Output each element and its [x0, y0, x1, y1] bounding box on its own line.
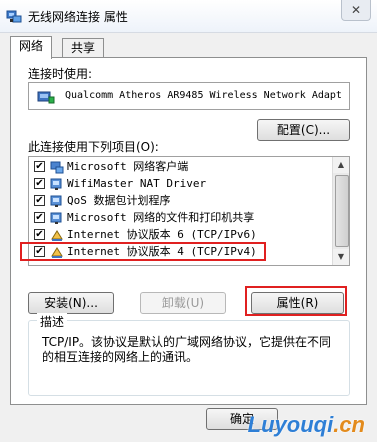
list-item[interactable]: ✔ Internet 协议版本 4 (TCP/IPv4)	[31, 244, 331, 260]
protocol-icon	[51, 230, 63, 241]
checkbox[interactable]: ✔	[34, 212, 45, 223]
description-text: TCP/IP。该协议是默认的广域网络协议，它提供在不同的相互连接的网络上的通讯。	[42, 335, 332, 364]
connect-using-label: 连接时使用:	[28, 67, 93, 81]
site-watermark: Luyouqi.cn	[247, 412, 365, 437]
listbox-scrollbar[interactable]: ▲ ▼	[332, 157, 349, 265]
list-item[interactable]: ✔ Microsoft 网络的文件和打印机共享	[31, 210, 331, 226]
install-button[interactable]: 安装(N)...	[28, 292, 114, 314]
scroll-down-icon[interactable]: ▼	[333, 249, 349, 265]
protocol-icon	[51, 247, 63, 258]
close-button[interactable]: ✕	[341, 0, 371, 21]
network-service-icon	[50, 212, 62, 224]
checkbox[interactable]: ✔	[34, 246, 45, 257]
components-listbox[interactable]: ✔ Microsoft 网络客户端 ✔ WifiMaster NAT Drive…	[28, 156, 350, 266]
list-item-label: Internet 协议版本 4 (TCP/IPv4)	[67, 245, 257, 258]
list-item-label: Internet 协议版本 6 (TCP/IPv6)	[67, 228, 257, 241]
scroll-up-icon[interactable]: ▲	[333, 157, 349, 173]
list-item-label: QoS 数据包计划程序	[67, 194, 171, 207]
checkbox[interactable]: ✔	[34, 178, 45, 189]
scroll-thumb[interactable]	[335, 175, 349, 247]
tab-network-label: 网络	[19, 39, 44, 53]
list-item[interactable]: ✔ Internet 协议版本 6 (TCP/IPv6)	[31, 227, 331, 243]
checkbox[interactable]: ✔	[34, 229, 45, 240]
properties-button[interactable]: 属性(R)	[251, 292, 344, 314]
list-item-label: WifiMaster NAT Driver	[67, 177, 207, 190]
wireless-adapter-icon	[37, 91, 55, 104]
tab-network[interactable]: 网络	[10, 36, 53, 59]
network-service-icon	[50, 178, 62, 190]
list-item[interactable]: ✔ Microsoft 网络客户端	[31, 159, 331, 175]
list-item-label: Microsoft 网络的文件和打印机共享	[67, 211, 255, 224]
network-client-icon	[50, 161, 64, 174]
tab-sharing[interactable]: 共享	[62, 38, 105, 59]
items-label: 此连接使用下列项目(O):	[28, 140, 159, 154]
uninstall-button[interactable]: 卸载(U)	[140, 292, 226, 314]
adapter-field: Qualcomm Atheros AR9485 Wireless Network…	[28, 82, 350, 110]
network-service-icon	[50, 195, 62, 207]
title-bar: 无线网络连接 属性 ✕	[0, 0, 377, 33]
network-tab-panel: 连接时使用: Qualcomm Atheros AR9485 Wireless …	[10, 57, 367, 405]
description-legend: 描述	[37, 313, 68, 330]
configure-button[interactable]: 配置(C)...	[257, 119, 350, 141]
network-adapter-icon	[6, 10, 22, 23]
window-title: 无线网络连接 属性	[28, 10, 128, 24]
list-item[interactable]: ✔ QoS 数据包计划程序	[31, 193, 331, 209]
tab-sharing-label: 共享	[71, 41, 96, 55]
list-item[interactable]: ✔ WifiMaster NAT Driver	[31, 176, 331, 192]
adapter-name: Qualcomm Atheros AR9485 Wireless Network…	[65, 90, 342, 101]
description-group: 描述 TCP/IP。该协议是默认的广域网络协议，它提供在不同的相互连接的网络上的…	[28, 313, 350, 396]
checkbox[interactable]: ✔	[34, 161, 45, 172]
properties-window: 无线网络连接 属性 ✕ 网络 共享 连接时使用: Qualcomm Athero…	[0, 0, 377, 442]
list-item-label: Microsoft 网络客户端	[67, 160, 189, 173]
checkbox[interactable]: ✔	[34, 195, 45, 206]
close-icon: ✕	[350, 3, 362, 17]
